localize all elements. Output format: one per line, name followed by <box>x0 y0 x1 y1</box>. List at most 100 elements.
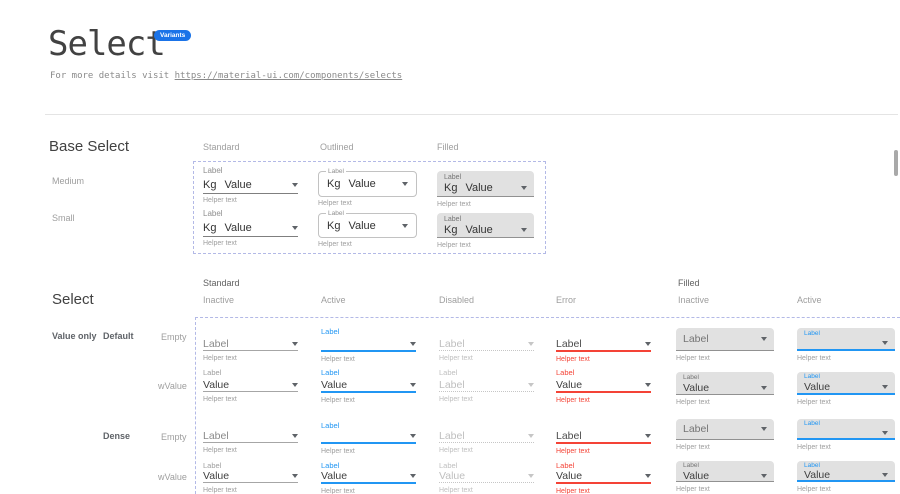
dropdown-arrow-icon <box>292 226 298 230</box>
column-header-standard: Standard <box>203 142 240 152</box>
select-label-caption: Label <box>439 367 534 378</box>
select-label-caption: Label <box>804 419 888 428</box>
select-value-row[interactable]: Label <box>203 430 298 443</box>
select-value-row[interactable]: Kg Value <box>203 220 298 237</box>
base-standard-small-select[interactable]: Label Kg Value Helper text <box>203 208 298 247</box>
select-filled-inactive-empty[interactable]: Label Helper text <box>676 328 774 362</box>
base-standard-medium-select[interactable]: Label Kg Value Helper text <box>203 165 298 204</box>
select-value-row[interactable]: Kg Value <box>203 177 298 194</box>
select-standard-inactive-wvalue[interactable]: Label Value Helper text <box>203 367 298 403</box>
select-standard-active-wvalue[interactable]: Label Value Helper text <box>321 367 416 404</box>
select-value-row[interactable]: Label Value <box>797 461 895 482</box>
select-value-row[interactable]: Value <box>321 470 416 484</box>
column-header-filled: Filled <box>437 142 459 152</box>
base-filled-medium-select[interactable]: Label Kg Value Helper text <box>437 171 534 208</box>
select-value-row[interactable]: Label Value <box>797 372 895 395</box>
select-label-caption: Label <box>556 460 651 470</box>
select-value-row[interactable]: Label <box>797 328 895 351</box>
select-adornment: Kg <box>327 220 340 232</box>
helper-text: Helper text <box>439 355 534 362</box>
select-dense-standard-inactive-empty[interactable]: Label Helper text <box>203 420 298 454</box>
select-label-caption: Label <box>203 367 298 378</box>
select-adornment: Kg <box>203 222 216 234</box>
select-value-row[interactable]: Label Value <box>676 461 774 482</box>
select-label: Label <box>203 208 298 220</box>
header-divider <box>45 114 898 115</box>
select-value: Value <box>465 224 492 236</box>
select-value-row[interactable]: Label Kg Value <box>437 171 534 197</box>
select-dense-filled-inactive-wvalue[interactable]: Label Value Helper text <box>676 461 774 493</box>
helper-text: Helper text <box>439 396 534 403</box>
select-standard-error-empty[interactable]: Label Helper text <box>556 326 651 363</box>
select-value-row[interactable]: Label Kg Value <box>318 213 417 238</box>
vertical-scrollbar-thumb[interactable] <box>894 150 898 176</box>
select-value-row[interactable]: Value <box>321 378 416 393</box>
select-dense-standard-active-empty[interactable]: Label Helper text <box>321 420 416 455</box>
select-value-row[interactable]: Label Kg Value <box>437 213 534 238</box>
dropdown-arrow-icon <box>882 341 888 345</box>
select-label-caption: Label <box>804 329 888 338</box>
select-label-caption: Label <box>683 373 767 382</box>
select-value-row[interactable]: Label <box>556 337 651 352</box>
select-dense-filled-active-wvalue[interactable]: Label Value Helper text <box>797 461 895 493</box>
select-label-caption: Label <box>321 326 416 337</box>
select-standard-inactive-empty[interactable]: Label Helper text <box>203 326 298 362</box>
select-value-row[interactable]: Label <box>676 328 774 351</box>
base-outlined-medium-select[interactable]: Label Kg Value Helper text <box>318 171 417 207</box>
select-value-row[interactable]: Value <box>556 378 651 393</box>
select-dense-standard-active-wvalue[interactable]: Label Value Helper text <box>321 460 416 494</box>
select-filled-active-empty[interactable]: Label Helper text <box>797 328 895 362</box>
select-dense-standard-error-empty[interactable]: Label Helper text <box>556 420 651 455</box>
select-value-row[interactable]: Label <box>797 419 895 440</box>
select-value: Value <box>321 379 347 391</box>
select-value-row[interactable]: Value <box>556 470 651 484</box>
select-label-caption <box>203 420 298 430</box>
select-label-caption <box>556 420 651 430</box>
dropdown-arrow-icon <box>521 186 527 190</box>
dropdown-arrow-icon <box>410 383 416 387</box>
select-value-row[interactable]: Value <box>203 470 298 483</box>
helper-text: Helper text <box>203 240 298 247</box>
select-value-row[interactable]: Value <box>203 378 298 392</box>
select-filled-active-wvalue[interactable]: Label Value Helper text <box>797 372 895 406</box>
select-standard-active-empty[interactable]: Label Helper text <box>321 326 416 363</box>
select-value-row[interactable] <box>321 430 416 444</box>
select-value-row[interactable]: Label Kg Value <box>318 171 417 197</box>
docs-link[interactable]: https://material-ui.com/components/selec… <box>175 71 403 81</box>
select-value: Value <box>683 470 709 482</box>
select-value-row[interactable]: Label Value <box>676 372 774 395</box>
select-value-row[interactable]: Label <box>676 419 774 440</box>
row-label-wvalue: wValue <box>158 381 187 391</box>
helper-text: Helper text <box>318 200 417 207</box>
select-dense-filled-inactive-empty[interactable]: Label Helper text <box>676 419 774 451</box>
select-label-caption <box>203 326 298 337</box>
select-value-row[interactable] <box>321 337 416 352</box>
select-dense-standard-error-wvalue[interactable]: Label Value Helper text <box>556 460 651 494</box>
dropdown-arrow-icon <box>402 224 408 228</box>
subtitle-text: For more details visit <box>50 71 175 81</box>
select-label-caption: Label <box>439 460 534 470</box>
select-value: Value <box>439 470 465 482</box>
select-section-heading: Select <box>52 291 94 308</box>
select-filled-inactive-wvalue[interactable]: Label Value Helper text <box>676 372 774 406</box>
select-dense-standard-inactive-wvalue[interactable]: Label Value Helper text <box>203 460 298 494</box>
select-value-row: Value <box>439 470 534 483</box>
dropdown-arrow-icon <box>292 342 298 346</box>
select-value-row[interactable]: Label <box>203 337 298 351</box>
select-standard-error-wvalue[interactable]: Label Value Helper text <box>556 367 651 404</box>
column-header-inactive: Inactive <box>203 295 234 305</box>
select-adornment: Kg <box>444 224 457 236</box>
select-label: Label <box>203 165 298 177</box>
dropdown-arrow-icon <box>761 337 767 341</box>
dropdown-arrow-icon <box>402 182 408 186</box>
dropdown-arrow-icon <box>645 474 651 478</box>
base-filled-small-select[interactable]: Label Kg Value Helper text <box>437 213 534 249</box>
select-value-row[interactable]: Label <box>556 430 651 444</box>
helper-text: Helper text <box>203 355 298 362</box>
select-dense-filled-active-empty[interactable]: Label Helper text <box>797 419 895 451</box>
select-value-row: Label <box>439 378 534 392</box>
helper-text: Helper text <box>797 444 895 451</box>
base-outlined-small-select[interactable]: Label Kg Value Helper text <box>318 213 417 248</box>
column-header-disabled: Disabled <box>439 295 474 305</box>
helper-text: Helper text <box>556 397 651 404</box>
